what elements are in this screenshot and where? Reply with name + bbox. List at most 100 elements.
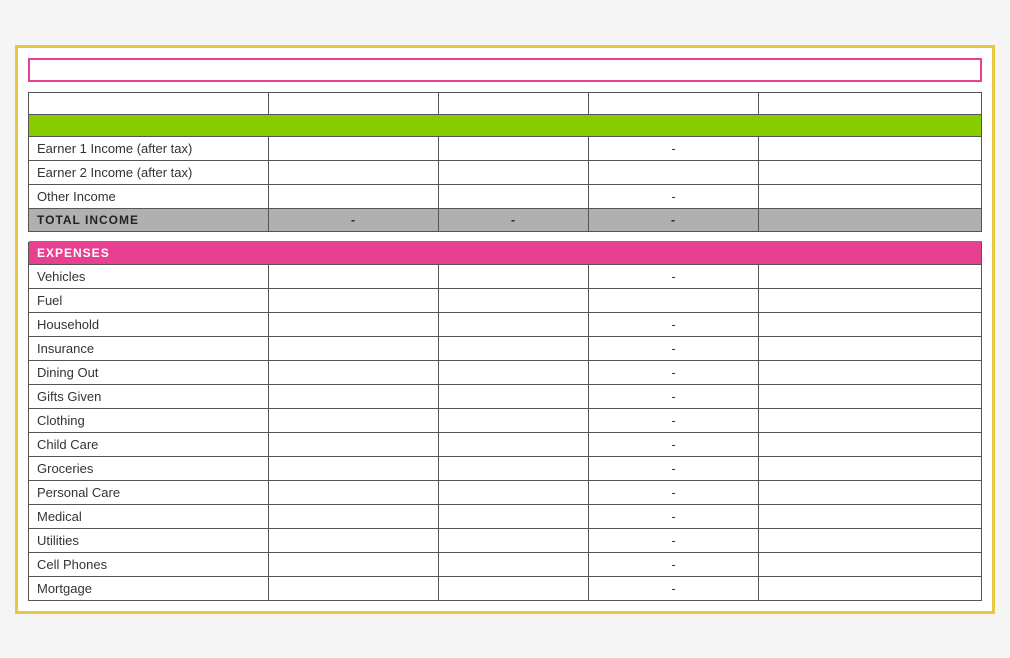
income-label [29,114,982,136]
expense-notes-10 [759,504,982,528]
expense-row: Groceries - [29,456,982,480]
expense-label-9: Personal Care [29,480,269,504]
income-row: Other Income - [29,184,982,208]
expense-actual-4 [439,360,589,384]
expense-diff-1 [589,288,759,312]
expense-diff-9: - [589,480,759,504]
income-actual-2 [439,184,589,208]
outer-frame: Earner 1 Income (after tax) - Earner 2 I… [15,45,995,614]
expense-notes-3 [759,336,982,360]
expenses-label: EXPENSES [29,241,982,264]
col-header-notes [759,92,982,114]
budget-table: Earner 1 Income (after tax) - Earner 2 I… [28,92,982,601]
expense-actual-3 [439,336,589,360]
expense-row: Child Care - [29,432,982,456]
expense-actual-13 [439,576,589,600]
expense-notes-2 [759,312,982,336]
expense-budget-7 [269,432,439,456]
income-diff-1 [589,160,759,184]
expense-diff-3: - [589,336,759,360]
total-income-budget: - [269,208,439,231]
expense-notes-12 [759,552,982,576]
expense-diff-2: - [589,312,759,336]
expense-notes-5 [759,384,982,408]
expense-budget-9 [269,480,439,504]
expense-actual-6 [439,408,589,432]
spacer-row [29,231,982,241]
expense-label-1: Fuel [29,288,269,312]
expense-budget-13 [269,576,439,600]
income-label-2: Other Income [29,184,269,208]
expense-actual-9 [439,480,589,504]
expense-label-12: Cell Phones [29,552,269,576]
expense-row: Mortgage - [29,576,982,600]
expense-notes-13 [759,576,982,600]
income-row: Earner 2 Income (after tax) [29,160,982,184]
income-diff-2: - [589,184,759,208]
expense-budget-12 [269,552,439,576]
total-income-notes [759,208,982,231]
expense-label-11: Utilities [29,528,269,552]
expense-label-13: Mortgage [29,576,269,600]
expense-budget-0 [269,264,439,288]
expense-row: Cell Phones - [29,552,982,576]
expense-row: Gifts Given - [29,384,982,408]
expense-notes-4 [759,360,982,384]
expense-diff-12: - [589,552,759,576]
col-header-budget [269,92,439,114]
expense-budget-1 [269,288,439,312]
expense-label-0: Vehicles [29,264,269,288]
col-header-actual [439,92,589,114]
expenses-section-header: EXPENSES [29,241,982,264]
table-header-row [29,92,982,114]
expense-diff-4: - [589,360,759,384]
expense-budget-4 [269,360,439,384]
expense-notes-6 [759,408,982,432]
expense-actual-10 [439,504,589,528]
col-header-difference [589,92,759,114]
expense-label-2: Household [29,312,269,336]
expense-budget-8 [269,456,439,480]
expense-row: Clothing - [29,408,982,432]
income-section-header [29,114,982,136]
col-header-lineitem [29,92,269,114]
expense-notes-8 [759,456,982,480]
expense-actual-7 [439,432,589,456]
income-budget-0 [269,136,439,160]
income-notes-2 [759,184,982,208]
income-budget-2 [269,184,439,208]
expense-notes-7 [759,432,982,456]
expense-budget-2 [269,312,439,336]
expense-row: Household - [29,312,982,336]
income-budget-1 [269,160,439,184]
expense-budget-10 [269,504,439,528]
expense-row: Medical - [29,504,982,528]
total-income-diff: - [589,208,759,231]
total-income-row: TOTAL INCOME - - - [29,208,982,231]
expense-actual-12 [439,552,589,576]
expense-row: Insurance - [29,336,982,360]
income-row: Earner 1 Income (after tax) - [29,136,982,160]
expense-diff-0: - [589,264,759,288]
expense-row: Dining Out - [29,360,982,384]
expense-row: Personal Care - [29,480,982,504]
expense-budget-3 [269,336,439,360]
expense-notes-0 [759,264,982,288]
expense-row: Utilities - [29,528,982,552]
expense-label-7: Child Care [29,432,269,456]
expense-actual-0 [439,264,589,288]
expense-diff-6: - [589,408,759,432]
income-label-1: Earner 2 Income (after tax) [29,160,269,184]
expense-notes-9 [759,480,982,504]
expense-row: Vehicles - [29,264,982,288]
total-income-label: TOTAL INCOME [29,208,269,231]
expense-label-4: Dining Out [29,360,269,384]
expense-diff-5: - [589,384,759,408]
expense-label-10: Medical [29,504,269,528]
income-actual-0 [439,136,589,160]
total-income-actual: - [439,208,589,231]
expense-notes-1 [759,288,982,312]
income-label-0: Earner 1 Income (after tax) [29,136,269,160]
expense-label-3: Insurance [29,336,269,360]
income-notes-0 [759,136,982,160]
